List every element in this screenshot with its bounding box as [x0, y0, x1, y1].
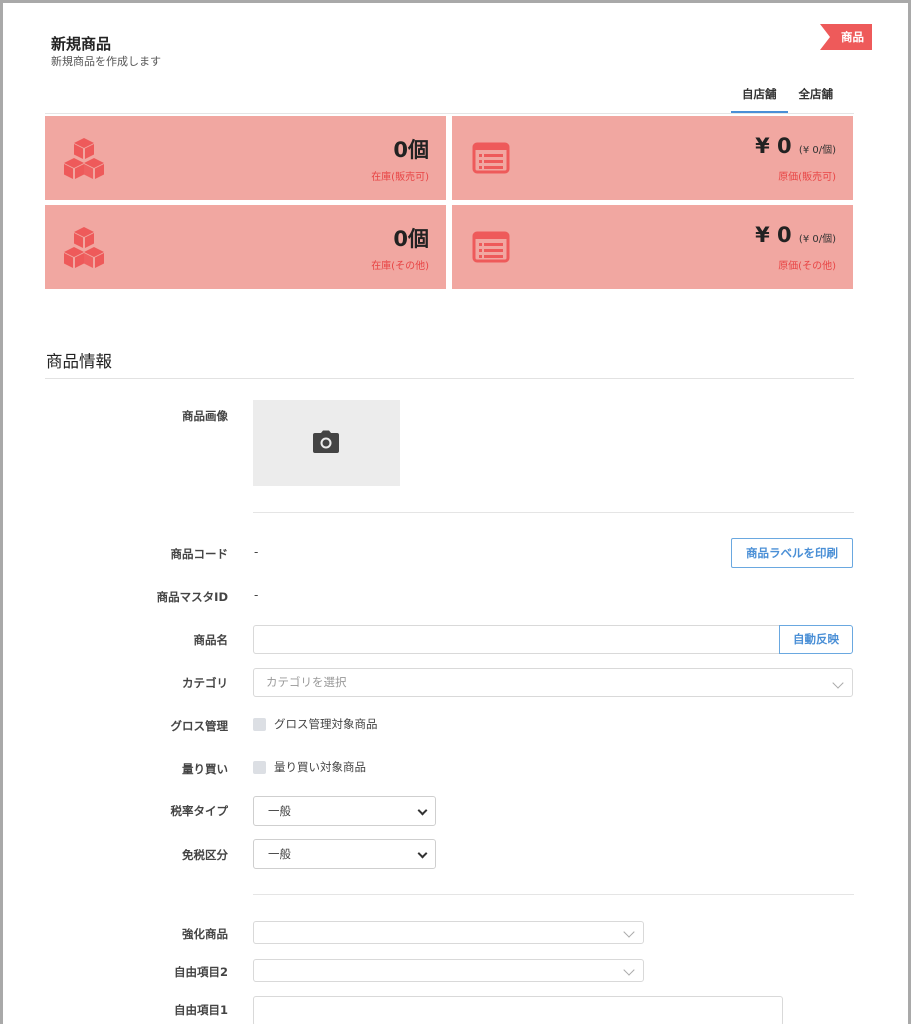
auto-reflect-button[interactable]: 自動反映 — [779, 625, 853, 654]
master-id-value: - — [254, 588, 259, 602]
enhanced-select[interactable] — [253, 921, 644, 944]
chevron-down-icon — [623, 964, 635, 976]
list-icon — [472, 231, 510, 263]
free1-label: 自由項目1 — [173, 1003, 228, 1017]
bulk-checkbox[interactable] — [253, 760, 266, 774]
page-title: 新規商品 — [51, 35, 112, 53]
cost-sale-value-wrap: ¥ 0 (¥ 0/個) — [755, 134, 836, 158]
gross-checkbox[interactable] — [253, 717, 266, 731]
stat-card-stock-sale: 0個 在庫(販売可) — [45, 116, 446, 200]
cost-other-value: ¥ 0 — [755, 223, 792, 247]
cost-sale-unit: (¥ 0/個) — [798, 145, 836, 156]
free2-select[interactable] — [253, 959, 644, 982]
tax-type-value: 一般 — [268, 804, 291, 818]
name-label: 商品名 — [193, 633, 229, 647]
chevron-down-icon — [417, 848, 428, 859]
gross-label: グロス管理 — [170, 719, 229, 733]
page-subtitle: 新規商品を作成します — [51, 55, 161, 68]
category-placeholder: カテゴリを選択 — [266, 675, 347, 689]
gross-checkbox-row: グロス管理対象商品 — [253, 716, 378, 732]
name-input[interactable] — [253, 625, 780, 654]
stock-other-caption: 在庫(その他) — [371, 261, 429, 272]
free1-input[interactable] — [253, 996, 783, 1024]
master-id-label: 商品マスタID — [156, 590, 228, 604]
chevron-down-icon — [832, 677, 844, 689]
bulk-checkbox-label: 量り買い対象商品 — [274, 760, 366, 774]
section-title: 商品情報 — [46, 352, 112, 371]
tax-exempt-select[interactable]: 一般 — [253, 839, 436, 869]
image-upload-box[interactable] — [253, 400, 400, 486]
chevron-down-icon — [417, 805, 428, 816]
code-value: - — [254, 545, 259, 559]
enhanced-label: 強化商品 — [182, 927, 228, 941]
stock-sale-value: 0個 — [393, 138, 429, 162]
stat-card-stock-other: 0個 在庫(その他) — [45, 205, 446, 289]
boxes-icon — [64, 227, 104, 268]
category-select[interactable]: カテゴリを選択 — [253, 668, 853, 697]
tab-own-store[interactable]: 自店舗 — [731, 83, 788, 113]
store-tabs: 自店舗 全店舗 — [731, 83, 844, 115]
stock-sale-caption: 在庫(販売可) — [371, 172, 429, 183]
tax-type-select[interactable]: 一般 — [253, 796, 436, 826]
section-divider — [45, 378, 854, 379]
cost-sale-caption: 原価(販売可) — [778, 172, 836, 183]
tab-all-stores[interactable]: 全店舗 — [788, 83, 845, 113]
image-label: 商品画像 — [182, 409, 228, 423]
cost-sale-value: ¥ 0 — [755, 134, 792, 158]
camera-icon — [313, 430, 339, 453]
gross-checkbox-label: グロス管理対象商品 — [274, 717, 378, 731]
cost-other-value-wrap: ¥ 0 (¥ 0/個) — [755, 223, 836, 247]
stock-other-value: 0個 — [393, 227, 429, 251]
boxes-icon — [64, 138, 104, 179]
code-label: 商品コード — [170, 547, 229, 561]
tax-exempt-value: 一般 — [268, 847, 291, 861]
tabs-divider — [45, 113, 854, 114]
bulk-checkbox-row: 量り買い対象商品 — [253, 759, 366, 775]
category-ribbon: 商品 — [820, 24, 872, 50]
app-frame: 新規商品 新規商品を作成します 商品 自店舗 全店舗 0個 在庫(販売可) ¥ … — [3, 3, 908, 1024]
category-label: カテゴリ — [182, 676, 228, 690]
stat-card-cost-other: ¥ 0 (¥ 0/個) 原価(その他) — [452, 205, 853, 289]
list-icon — [472, 142, 510, 174]
stat-card-cost-sale: ¥ 0 (¥ 0/個) 原価(販売可) — [452, 116, 853, 200]
form-divider-1 — [253, 512, 854, 513]
bulk-label: 量り買い — [182, 762, 228, 776]
tax-type-label: 税率タイプ — [170, 804, 229, 818]
cost-other-unit: (¥ 0/個) — [798, 234, 836, 245]
print-label-button[interactable]: 商品ラベルを印刷 — [731, 538, 853, 568]
form-divider-2 — [253, 894, 854, 895]
free2-label: 自由項目2 — [173, 965, 228, 979]
tax-exempt-label: 免税区分 — [182, 848, 228, 862]
chevron-down-icon — [623, 926, 635, 938]
cost-other-caption: 原価(その他) — [778, 261, 836, 272]
